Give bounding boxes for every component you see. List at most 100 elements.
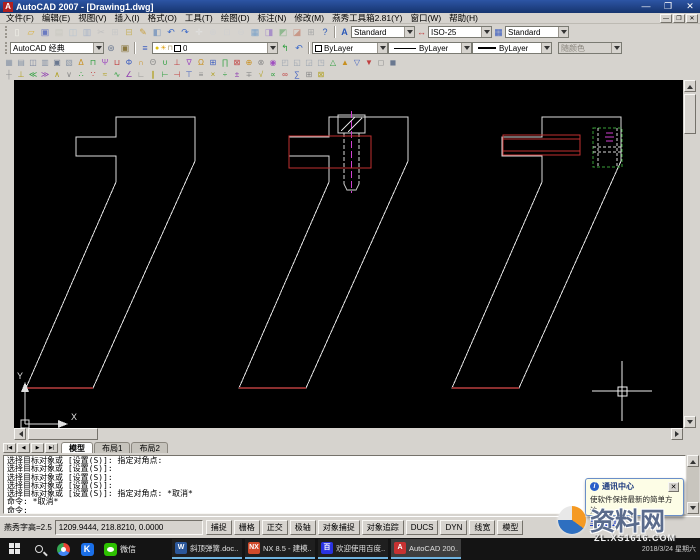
status-toggle-button[interactable]: 捕捉: [206, 520, 232, 535]
start-button[interactable]: [4, 539, 26, 559]
yanxiu-tool-icon[interactable]: ×: [207, 69, 219, 80]
lineweight-combo[interactable]: ByLayer: [472, 42, 552, 54]
color-combo[interactable]: ByLayer: [312, 42, 388, 54]
yanxiu-tool-icon[interactable]: Δ: [75, 57, 87, 68]
scroll-up-button[interactable]: [684, 80, 696, 92]
cad-part-left[interactable]: [26, 117, 195, 388]
yanxiu-tool-icon[interactable]: ◰: [279, 57, 291, 68]
yanxiu-tool-icon[interactable]: Θ: [147, 57, 159, 68]
coordinate-readout[interactable]: 1209.9444, 218.8210, 0.0000: [55, 520, 203, 535]
yanxiu-tool-icon[interactable]: ◳: [315, 57, 327, 68]
text-style-combo[interactable]: Standard: [351, 26, 415, 38]
yanxiu-tool-icon[interactable]: ∪: [159, 57, 171, 68]
yanxiu-tool-icon[interactable]: ┼: [3, 69, 15, 80]
dim-style-icon[interactable]: ↔: [415, 26, 428, 38]
maximize-button[interactable]: ❐: [661, 0, 675, 13]
yanxiu-tool-icon[interactable]: ▽: [351, 57, 363, 68]
yanxiu-tool-icon[interactable]: ⊠: [231, 57, 243, 68]
yanxiu-tool-icon[interactable]: ⊤: [183, 69, 195, 80]
layer-combo[interactable]: ● ☀ ⊓ 0: [152, 42, 278, 54]
status-toggle-button[interactable]: 线宽: [469, 520, 495, 535]
status-toggle-button[interactable]: DYN: [440, 520, 467, 535]
yanxiu-tool-icon[interactable]: ▤: [15, 57, 27, 68]
scroll-left-button[interactable]: [14, 428, 26, 440]
model-space-canvas[interactable]: Y X: [14, 80, 683, 428]
yanxiu-tool-icon[interactable]: ⊞: [303, 69, 315, 80]
doc-close-button[interactable]: ✕: [686, 14, 698, 23]
menu-item[interactable]: 视图(V): [74, 13, 110, 24]
k-app-taskbar-button[interactable]: K: [76, 539, 98, 559]
search-button[interactable]: [28, 539, 50, 559]
selected-band-red-rect[interactable]: [503, 135, 580, 155]
qnew-icon[interactable]: ▯: [10, 26, 24, 39]
yanxiu-tool-icon[interactable]: ≡: [195, 69, 207, 80]
layout-tab[interactable]: 布局1: [94, 442, 130, 453]
yanxiu-tool-icon[interactable]: ∿: [111, 69, 123, 80]
redo-icon[interactable]: ↷: [178, 26, 192, 39]
tab-nav-button[interactable]: ▶|: [45, 443, 58, 453]
yanxiu-tool-icon[interactable]: ∥: [147, 69, 159, 80]
part-outline[interactable]: [452, 117, 621, 388]
yanxiu-tool-icon[interactable]: ◱: [291, 57, 303, 68]
make-layer-current-icon[interactable]: ↰: [278, 42, 292, 55]
sheet-set-manager-icon[interactable]: ◪: [290, 26, 304, 39]
part-outline[interactable]: [26, 117, 195, 388]
cad-part-right[interactable]: [452, 117, 622, 388]
command-history[interactable]: 选择目标对象或 [设置(S)]: 指定对角点:选择目标对象或 [设置(S)]:选…: [3, 455, 686, 514]
yanxiu-tool-icon[interactable]: ⊥: [171, 57, 183, 68]
yanxiu-tool-icon[interactable]: ◻: [375, 57, 387, 68]
match-properties-icon[interactable]: ✎: [136, 26, 150, 39]
menu-item[interactable]: 绘图(D): [217, 13, 254, 24]
close-button[interactable]: ✕: [683, 0, 697, 13]
yanxiu-tool-icon[interactable]: ±: [231, 69, 243, 80]
yanxiu-tool-icon[interactable]: Ω: [195, 57, 207, 68]
status-toggle-button[interactable]: 对象捕捉: [318, 520, 360, 535]
yanxiu-tool-icon[interactable]: ⊞: [207, 57, 219, 68]
layer-unlock-icon[interactable]: ⊓: [168, 44, 173, 52]
yanxiu-tool-icon[interactable]: ⊗: [255, 57, 267, 68]
yanxiu-tool-icon[interactable]: ⊕: [243, 57, 255, 68]
yanxiu-tool-icon[interactable]: ▣: [51, 57, 63, 68]
save-icon[interactable]: ▣: [38, 26, 52, 39]
screw-side-view[interactable]: [593, 128, 622, 167]
vertical-scrollbar[interactable]: [683, 80, 697, 428]
menu-item[interactable]: 修改(M): [290, 13, 328, 24]
yanxiu-tool-icon[interactable]: ⊓: [87, 57, 99, 68]
combo-arrow-icon[interactable]: [267, 43, 277, 53]
combo-arrow-icon[interactable]: [93, 43, 103, 53]
popup-close-icon[interactable]: ✕: [668, 482, 679, 492]
minimize-button[interactable]: —: [639, 0, 653, 13]
block-editor-icon[interactable]: ◧: [150, 26, 164, 39]
combo-arrow-icon[interactable]: [558, 27, 568, 37]
doc-minimize-button[interactable]: —: [660, 14, 672, 23]
save-workspace-icon[interactable]: ▣: [118, 42, 132, 55]
yanxiu-tool-icon[interactable]: ∨: [63, 69, 75, 80]
yanxiu-tool-icon[interactable]: ∏: [219, 57, 231, 68]
zoom-previous-icon[interactable]: ⊖: [234, 26, 248, 39]
layer-on-bulb-icon[interactable]: ●: [155, 45, 159, 52]
menu-item[interactable]: 标注(N): [254, 13, 291, 24]
wechat-taskbar-button[interactable]: 微信: [100, 539, 140, 559]
horizontal-scroll-thumb[interactable]: [28, 428, 98, 440]
taskbar-app-button[interactable]: 百 欢迎使用百度...: [318, 539, 388, 559]
help-icon[interactable]: ?: [318, 26, 332, 39]
yanxiu-tool-icon[interactable]: ≪: [27, 69, 39, 80]
popup-link[interactable]: 单击此处。: [590, 517, 628, 526]
layer-color-chip[interactable]: [174, 45, 181, 52]
layer-manager-icon[interactable]: ≡: [138, 42, 152, 55]
yanxiu-tool-icon[interactable]: ∠: [123, 69, 135, 80]
menu-item[interactable]: 工具(T): [181, 13, 217, 24]
workspace-combo[interactable]: AutoCAD 经典: [10, 42, 104, 54]
cut-icon[interactable]: ✂: [94, 26, 108, 39]
yanxiu-tool-icon[interactable]: ▲: [339, 57, 351, 68]
horizontal-scrollbar[interactable]: [14, 428, 683, 441]
yanxiu-tool-icon[interactable]: Φ: [123, 57, 135, 68]
yanxiu-tool-icon[interactable]: ◼: [387, 57, 399, 68]
text-style-icon[interactable]: A: [338, 26, 351, 38]
chrome-taskbar-button[interactable]: [52, 539, 74, 559]
menu-item[interactable]: 帮助(H): [445, 13, 482, 24]
yanxiu-tool-icon[interactable]: ∩: [135, 57, 147, 68]
yanxiu-tool-icon[interactable]: ◲: [303, 57, 315, 68]
pan-icon[interactable]: ✛: [192, 26, 206, 39]
scroll-down-button[interactable]: [687, 502, 699, 514]
